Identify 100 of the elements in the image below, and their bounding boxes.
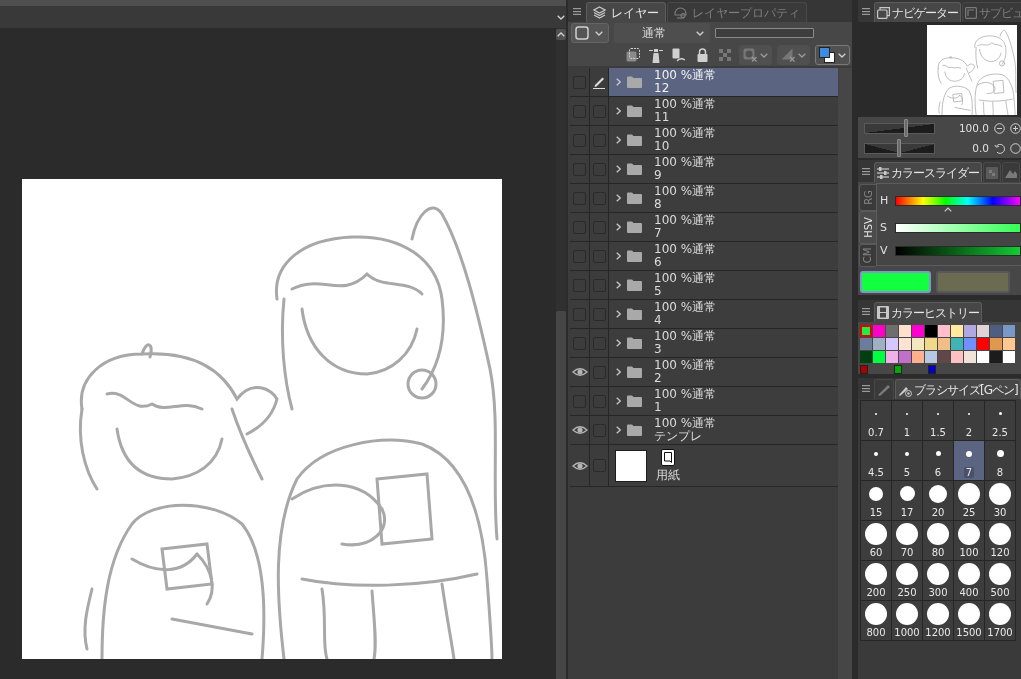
- color-swatch[interactable]: [1003, 325, 1015, 337]
- color-swatch[interactable]: [873, 351, 885, 363]
- recent-color-swatch[interactable]: [860, 365, 868, 374]
- expand-button[interactable]: [614, 279, 622, 291]
- main-color-swatch[interactable]: [860, 271, 931, 293]
- sub-color-swatch[interactable]: [936, 271, 1010, 293]
- color-swatch[interactable]: [951, 351, 963, 363]
- expand-button[interactable]: [614, 105, 622, 117]
- color-swatch[interactable]: [964, 325, 976, 337]
- color-swatch[interactable]: [925, 351, 937, 363]
- expand-button[interactable]: [614, 163, 622, 175]
- color-swatch[interactable]: [990, 338, 1002, 350]
- color-swatch[interactable]: [977, 338, 989, 350]
- color-swatch[interactable]: [938, 338, 950, 350]
- zoom-out-button[interactable]: [994, 122, 1005, 134]
- value-gradient-bar[interactable]: [895, 246, 1021, 256]
- ruler-dropdown[interactable]: [777, 45, 810, 65]
- collapse-button[interactable]: [557, 14, 565, 20]
- expand-button[interactable]: [614, 366, 622, 378]
- blend-mode-dropdown[interactable]: 通常: [614, 23, 710, 43]
- color-swatch[interactable]: [860, 351, 872, 363]
- edit-target-toggle[interactable]: [591, 75, 607, 89]
- brush-size-option[interactable]: 6: [923, 441, 953, 480]
- brush-size-option[interactable]: 1.5: [923, 401, 953, 440]
- color-swatch[interactable]: [886, 351, 898, 363]
- brush-size-option[interactable]: 1200: [923, 601, 953, 640]
- panel-tab[interactable]: カラースライダー: [874, 162, 982, 182]
- reset-button[interactable]: [1010, 142, 1021, 154]
- brush-size-option[interactable]: 1: [892, 401, 922, 440]
- mask-dropdown[interactable]: [739, 45, 772, 65]
- panel-tab[interactable]: レイヤー: [586, 2, 666, 22]
- color-swatch[interactable]: [990, 325, 1002, 337]
- color-swatch[interactable]: [1003, 338, 1015, 350]
- brush-size-option[interactable]: 300: [923, 561, 953, 600]
- color-swatch[interactable]: [925, 338, 937, 350]
- brush-size-option[interactable]: 0.7: [861, 401, 891, 440]
- visibility-toggle[interactable]: [571, 365, 588, 379]
- color-swatch[interactable]: [886, 325, 898, 337]
- layer-color-dropdown[interactable]: [815, 45, 850, 65]
- scroll-up-button[interactable]: [556, 29, 566, 40]
- rotate-button[interactable]: [994, 142, 1005, 154]
- color-swatch[interactable]: [899, 351, 911, 363]
- color-mode-tab[interactable]: HSV: [859, 211, 876, 244]
- slider-thumb[interactable]: [903, 119, 908, 137]
- rotation-slider[interactable]: [864, 139, 935, 157]
- brush-size-option[interactable]: 30: [985, 481, 1015, 520]
- color-swatch[interactable]: [899, 338, 911, 350]
- color-swatch[interactable]: [912, 325, 924, 337]
- color-swatch[interactable]: [977, 351, 989, 363]
- expand-button[interactable]: [614, 221, 622, 233]
- brush-size-option[interactable]: 2.5: [985, 401, 1015, 440]
- color-swatch[interactable]: [873, 338, 885, 350]
- brush-size-option[interactable]: 1000: [892, 601, 922, 640]
- color-swatch[interactable]: [938, 325, 950, 337]
- brush-size-option[interactable]: 4.5: [861, 441, 891, 480]
- color-swatch[interactable]: [990, 351, 1002, 363]
- expand-button[interactable]: [614, 395, 622, 407]
- brush-size-option[interactable]: 100: [954, 521, 984, 560]
- color-swatch[interactable]: [951, 325, 963, 337]
- opacity-field[interactable]: [715, 28, 814, 38]
- color-swatch[interactable]: [925, 325, 937, 337]
- panel-tab[interactable]: [983, 162, 1001, 182]
- color-swatch[interactable]: [912, 351, 924, 363]
- panel-tab[interactable]: ナビゲーター: [874, 2, 961, 22]
- panel-tab[interactable]: [1002, 162, 1020, 182]
- brush-size-option[interactable]: 500: [985, 561, 1015, 600]
- slider-thumb[interactable]: [896, 139, 901, 157]
- panel-tab[interactable]: [874, 379, 894, 399]
- brush-size-option[interactable]: 7: [954, 441, 984, 480]
- brush-size-option[interactable]: 60: [861, 521, 891, 560]
- brush-size-option[interactable]: 5: [892, 441, 922, 480]
- color-swatch[interactable]: [860, 325, 872, 337]
- layer-item[interactable]: 100 %通常 12: [609, 68, 838, 96]
- color-swatch[interactable]: [886, 338, 898, 350]
- hue-slider[interactable]: [895, 196, 1021, 212]
- navigator-thumbnail[interactable]: [927, 25, 1017, 115]
- saturation-gradient-bar[interactable]: [895, 223, 1021, 233]
- brush-size-option[interactable]: 1500: [954, 601, 984, 640]
- layer-color-button[interactable]: [571, 23, 609, 43]
- color-swatch[interactable]: [964, 338, 976, 350]
- brush-size-option[interactable]: 15: [861, 481, 891, 520]
- color-swatch[interactable]: [912, 338, 924, 350]
- brush-size-option[interactable]: 120: [985, 521, 1015, 560]
- visibility-toggle[interactable]: [571, 423, 588, 437]
- brush-size-option[interactable]: 2: [954, 401, 984, 440]
- color-swatch[interactable]: [977, 325, 989, 337]
- expand-button[interactable]: [614, 337, 622, 349]
- expand-button[interactable]: [614, 424, 622, 436]
- brush-size-option[interactable]: 250: [892, 561, 922, 600]
- panel-tab[interactable]: ブラシサイズ[Gペン]: [895, 379, 1021, 399]
- brush-size-option[interactable]: 17: [892, 481, 922, 520]
- brush-size-option[interactable]: 200: [861, 561, 891, 600]
- color-swatch[interactable]: [938, 351, 950, 363]
- brush-size-option[interactable]: 70: [892, 521, 922, 560]
- expand-button[interactable]: [614, 76, 622, 88]
- color-swatch[interactable]: [860, 338, 872, 350]
- scrollbar-thumb[interactable]: [556, 311, 566, 679]
- color-swatch[interactable]: [899, 325, 911, 337]
- recent-color-swatch[interactable]: [928, 365, 936, 374]
- zoom-slider[interactable]: [864, 119, 935, 137]
